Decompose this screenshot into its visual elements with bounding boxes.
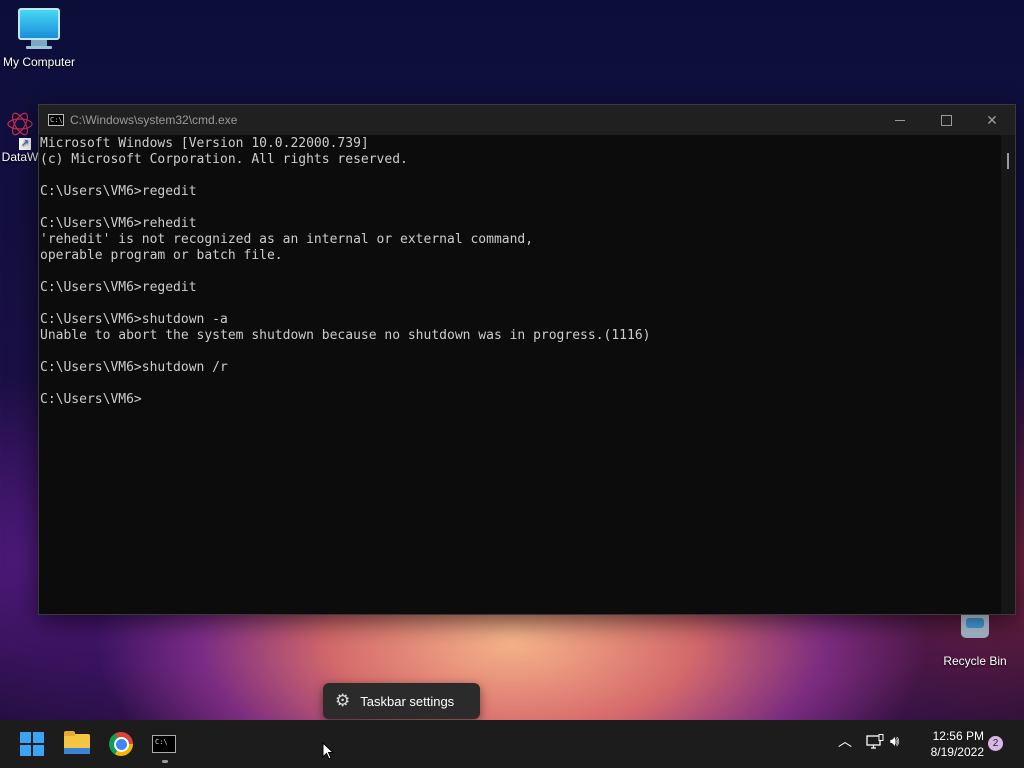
desktop-icon-label: DataW: [1, 150, 39, 164]
console-line: C:\Users\VM6>regedit: [40, 184, 197, 199]
console-line: C:\Users\VM6>shutdown /r: [40, 360, 228, 375]
clock[interactable]: 12:56 PM 8/19/2022: [914, 728, 984, 760]
chrome-icon: [109, 732, 133, 756]
dataw-app-icon: ↗: [5, 108, 35, 150]
gear-icon: ⚙: [335, 691, 351, 710]
volume-icon[interactable]: 🔊︎: [890, 733, 899, 750]
desktop-icon-label: Recycle Bin: [943, 654, 1007, 668]
my-computer-shortcut[interactable]: My Computer: [0, 8, 78, 69]
cmd-window[interactable]: C:\ C:\Windows\system32\cmd.exe ✕ Micros…: [38, 104, 1016, 615]
maximize-button[interactable]: [923, 105, 969, 135]
running-indicator: [162, 760, 168, 763]
mouse-cursor-icon: [322, 742, 334, 760]
desktop-icon-label: My Computer: [2, 55, 76, 69]
show-hidden-icons-chevron-icon[interactable]: ︿: [838, 731, 852, 751]
maximize-icon: [940, 114, 952, 126]
minimize-icon: [895, 119, 905, 121]
monitor-icon: [18, 8, 60, 55]
windows-logo-icon: [20, 732, 44, 756]
dataw-shortcut[interactable]: ↗ DataW: [0, 108, 40, 164]
taskbar-settings-label: Taskbar settings: [360, 693, 455, 709]
console-line: 'rehedit' is not recognized as an intern…: [40, 232, 534, 247]
recycle-bin-icon: [961, 612, 989, 638]
clock-date: 8/19/2022: [930, 745, 984, 759]
chrome-button[interactable]: [105, 728, 137, 760]
start-button[interactable]: [16, 728, 48, 760]
clock-time: 12:56 PM: [932, 729, 984, 743]
window-title: C:\Windows\system32\cmd.exe: [70, 113, 238, 127]
command-prompt-taskbar-button[interactable]: C:\: [148, 728, 180, 760]
file-explorer-button[interactable]: [61, 728, 93, 760]
console-line: C:\Users\VM6>: [40, 392, 142, 407]
recycle-bin-shortcut[interactable]: Recycle Bin: [938, 612, 1012, 668]
console-line: C:\Users\VM6>rehedit: [40, 216, 197, 231]
scrollbar-thumb[interactable]: [1007, 153, 1009, 169]
console-line: C:\Users\VM6>shutdown -a: [40, 312, 228, 327]
close-button[interactable]: ✕: [969, 105, 1015, 135]
desktop: My Computer ↗ DataW Recycle Bin C:\ C:\W…: [0, 0, 1024, 768]
console-line: C:\Users\VM6>regedit: [40, 280, 197, 295]
taskbar-settings-menu-item[interactable]: ⚙ Taskbar settings: [323, 683, 480, 719]
cmd-icon: C:\: [48, 114, 64, 126]
window-titlebar[interactable]: C:\ C:\Windows\system32\cmd.exe ✕: [39, 105, 1015, 135]
notification-badge[interactable]: 2: [988, 736, 1003, 751]
vertical-scrollbar[interactable]: [1001, 135, 1015, 614]
console-output[interactable]: Microsoft Windows [Version 10.0.22000.73…: [39, 135, 1001, 614]
minimize-button[interactable]: [877, 105, 923, 135]
shortcut-arrow-icon: ↗: [19, 138, 31, 150]
console-line: Unable to abort the system shutdown beca…: [40, 328, 651, 343]
network-icon[interactable]: [866, 734, 884, 750]
console-line: (c) Microsoft Corporation. All rights re…: [40, 152, 408, 167]
close-icon: ✕: [986, 111, 998, 128]
console-line: operable program or batch file.: [40, 248, 283, 263]
folder-icon: [64, 731, 90, 754]
cmd-icon: C:\: [152, 735, 176, 753]
console-line: Microsoft Windows [Version 10.0.22000.73…: [40, 136, 369, 151]
